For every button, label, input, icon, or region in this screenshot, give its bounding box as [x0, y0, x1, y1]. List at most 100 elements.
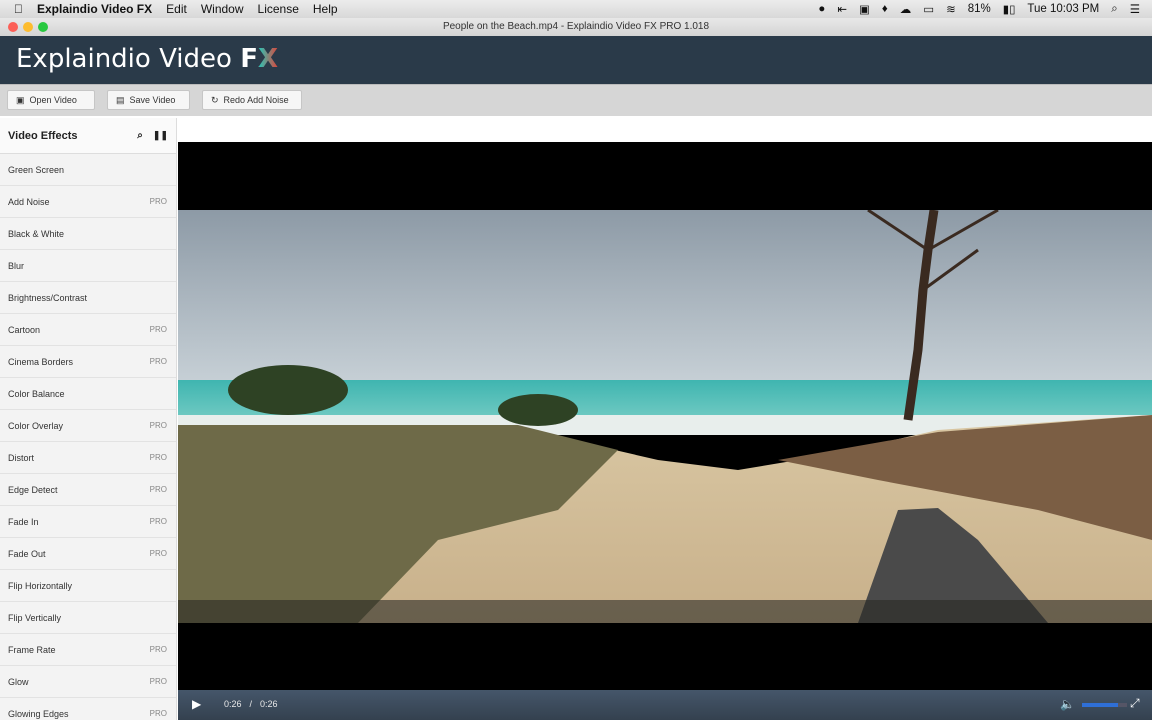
menu-edit[interactable]: Edit	[166, 2, 187, 16]
effect-item[interactable]: Color Balance	[0, 378, 176, 410]
app-logo: Explaindio Video FX	[16, 44, 278, 74]
beach-scene-image	[178, 210, 1152, 623]
effect-item[interactable]: Color Overlay PRO	[0, 410, 176, 442]
time-separator: /	[249, 699, 253, 709]
effect-label: Cinema Borders	[8, 356, 74, 367]
effect-item[interactable]: Glow PRO	[0, 666, 176, 698]
redo-button[interactable]: ↻ Redo Add Noise	[202, 90, 302, 110]
pro-badge: PRO	[149, 677, 167, 686]
sidebar-header: Video Effects ⌕ ❚❚	[0, 118, 176, 154]
pro-badge: PRO	[149, 709, 167, 718]
effect-item[interactable]: Edge Detect PRO	[0, 474, 176, 506]
window-title: People on the Beach.mp4 - Explaindio Vid…	[442, 21, 710, 32]
preview-area: ▶ 0:26 / 0:26 🔈 ⤢	[178, 118, 1152, 720]
dropbox-icon[interactable]: ♦	[882, 3, 888, 15]
effect-label: Add Noise	[8, 196, 50, 207]
logo-fx: FX	[240, 44, 278, 74]
effects-list: Green Screen Add Noise PRO Black & White Blu…	[0, 154, 176, 720]
status-icon[interactable]: ⇤	[837, 2, 847, 16]
pro-badge: PRO	[149, 485, 167, 494]
pro-badge: PRO	[149, 645, 167, 654]
clock[interactable]: Tue 10:03 PM	[1027, 3, 1099, 15]
effect-item[interactable]: Green Screen	[0, 154, 176, 186]
film-icon: ▣	[16, 94, 25, 105]
effect-label: Flip Vertically	[8, 612, 62, 623]
effect-label: Fade In	[8, 516, 39, 527]
effect-label: Flip Horizontally	[8, 580, 73, 591]
effect-item[interactable]: Flip Horizontally	[0, 570, 176, 602]
effect-label: Edge Detect	[8, 484, 58, 495]
current-time: 0:26	[224, 699, 242, 709]
effect-item[interactable]: Frame Rate PRO	[0, 634, 176, 666]
redo-icon: ↻	[211, 94, 219, 105]
effect-label: Green Screen	[8, 164, 65, 175]
video-frame	[178, 210, 1152, 623]
wifi-icon[interactable]: ≋	[946, 2, 956, 16]
pro-badge: PRO	[149, 325, 167, 334]
pause-icon[interactable]: ❚❚	[153, 130, 168, 141]
battery-icon[interactable]: ▮▯	[1003, 2, 1016, 16]
effect-label: Blur	[8, 260, 25, 271]
play-button[interactable]: ▶	[192, 697, 201, 711]
apple-icon[interactable]: 	[14, 2, 23, 16]
search-icon[interactable]: ⌕	[137, 130, 143, 141]
effect-item[interactable]: Blur	[0, 250, 176, 282]
effect-item[interactable]: Fade Out PRO	[0, 538, 176, 570]
effect-item[interactable]: Distort PRO	[0, 442, 176, 474]
zoom-window-button[interactable]	[38, 22, 48, 32]
sidebar-title: Video Effects	[8, 129, 78, 142]
notification-center-icon[interactable]: ☰	[1130, 2, 1140, 16]
duration: 0:26	[260, 699, 278, 709]
menu-license[interactable]: License	[258, 2, 299, 16]
pro-badge: PRO	[149, 517, 167, 526]
effect-label: Color Balance	[8, 388, 65, 399]
effect-label: Frame Rate	[8, 644, 56, 655]
effect-label: Cartoon	[8, 324, 41, 335]
effect-label: Fade Out	[8, 548, 46, 559]
effect-item[interactable]: Flip Vertically	[0, 602, 176, 634]
save-video-button[interactable]: ▤ Save Video	[107, 90, 190, 110]
open-video-button[interactable]: ▣ Open Video	[7, 90, 95, 110]
pro-badge: PRO	[149, 421, 167, 430]
close-window-button[interactable]	[8, 22, 18, 32]
video-player[interactable]	[178, 142, 1152, 690]
effect-item[interactable]: Cinema Borders PRO	[0, 346, 176, 378]
effects-sidebar: Video Effects ⌕ ❚❚ Green Screen Add Noise…	[0, 118, 177, 720]
effect-label: Color Overlay	[8, 420, 64, 431]
effect-label: Black & White	[8, 228, 65, 239]
menu-window[interactable]: Window	[201, 2, 244, 16]
cloud-icon[interactable]: ☁	[900, 2, 912, 16]
effect-item[interactable]: Fade In PRO	[0, 506, 176, 538]
menu-bar:  Explaindio Video FX Edit Window Licens…	[0, 0, 1152, 18]
volume-slider[interactable]	[1082, 703, 1127, 707]
screen-record-icon[interactable]: ▣	[859, 2, 870, 16]
pro-badge: PRO	[149, 197, 167, 206]
volume-icon[interactable]: 🔈	[1060, 697, 1075, 711]
fullscreen-icon[interactable]: ⤢	[1130, 696, 1140, 711]
player-controls: ▶ 0:26 / 0:26 🔈 ⤢	[178, 690, 1152, 720]
volume-fill	[1082, 703, 1118, 707]
battery-percent: 81%	[967, 3, 991, 15]
menu-help[interactable]: Help	[313, 2, 338, 16]
effect-label: Glow	[8, 676, 29, 687]
effect-label: Distort	[8, 452, 35, 463]
pro-badge: PRO	[149, 357, 167, 366]
app-header: Explaindio Video FX	[0, 36, 1152, 84]
window-titlebar: People on the Beach.mp4 - Explaindio Vid…	[0, 18, 1152, 36]
menu-app[interactable]: Explaindio Video FX	[37, 2, 152, 16]
pro-badge: PRO	[149, 453, 167, 462]
save-icon: ▤	[116, 94, 125, 105]
effect-item[interactable]: Cartoon PRO	[0, 314, 176, 346]
effect-label: Brightness/Contrast	[8, 292, 88, 303]
effect-item[interactable]: Black & White	[0, 218, 176, 250]
effect-item[interactable]: Add Noise PRO	[0, 186, 176, 218]
effect-item[interactable]: Brightness/Contrast	[0, 282, 176, 314]
spotlight-search-icon[interactable]: ⌕	[1111, 3, 1117, 16]
effect-label: Glowing Edges	[8, 708, 69, 719]
toolbar: ▣ Open Video ▤ Save Video ↻ Redo Add Noise	[0, 84, 1152, 116]
minimize-window-button[interactable]	[23, 22, 33, 32]
effect-item[interactable]: Glowing Edges PRO	[0, 698, 176, 720]
pro-badge: PRO	[149, 549, 167, 558]
status-app-icon[interactable]: ●	[818, 3, 825, 15]
airplay-icon[interactable]: ▭	[923, 2, 934, 16]
